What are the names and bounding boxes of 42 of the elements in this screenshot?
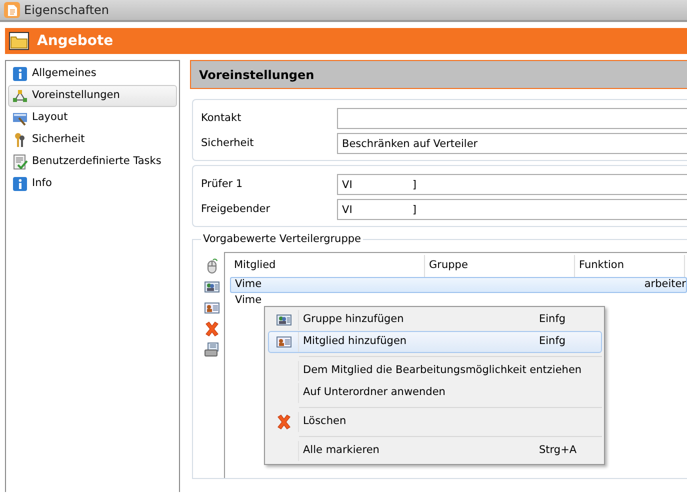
sidebar-item[interactable]: Benutzerdefinierte Tasks bbox=[8, 151, 177, 173]
document-icon bbox=[4, 2, 20, 18]
table-cell: arbeiter bbox=[644, 278, 686, 290]
menu-item[interactable]: Auf Unterordner anwenden bbox=[268, 382, 602, 404]
delete-icon bbox=[276, 414, 292, 430]
menu-item[interactable]: Dem Mitglied die Bearbeitungsmöglichkeit entziehen bbox=[268, 360, 602, 382]
table-cell: Vime bbox=[235, 278, 262, 290]
field-label: Freigebender bbox=[201, 202, 272, 217]
contact-card-icon bbox=[276, 334, 292, 350]
network-icon bbox=[12, 88, 28, 104]
table-cell: Vime bbox=[235, 294, 262, 306]
page-title: Angebote bbox=[37, 32, 114, 50]
input-field[interactable]: VI ] bbox=[337, 174, 687, 195]
input-field[interactable]: Beschränken auf Verteiler bbox=[337, 133, 687, 154]
sidebar-item[interactable]: Info bbox=[8, 173, 177, 195]
info-icon bbox=[12, 66, 28, 82]
menu-item[interactable]: Mitglied hinzufügen Einfg bbox=[268, 331, 602, 353]
sidebar-item[interactable]: Layout bbox=[8, 107, 177, 129]
table-row[interactable]: Vime arbeiter bbox=[230, 277, 687, 293]
contact-card-icon[interactable] bbox=[204, 300, 220, 316]
input-field[interactable]: VI ] bbox=[337, 199, 687, 220]
folder-icon bbox=[9, 32, 29, 50]
field-label: Sicherheit bbox=[201, 136, 255, 151]
table-row[interactable]: Vime bbox=[230, 293, 687, 309]
field-label: Prüfer 1 bbox=[201, 176, 244, 192]
group-card-icon bbox=[276, 312, 292, 328]
printer-icon[interactable] bbox=[204, 342, 220, 358]
menu-item[interactable]: Gruppe hinzufügen Einfg bbox=[268, 309, 602, 331]
input-field[interactable] bbox=[337, 108, 687, 129]
group-card-icon[interactable] bbox=[204, 279, 220, 295]
menu-item[interactable]: Löschen bbox=[268, 411, 602, 433]
panel-title: Voreinstellungen bbox=[190, 60, 687, 89]
menu-item[interactable]: Alle markieren Strg+A bbox=[268, 440, 602, 462]
sidebar-item[interactable]: Sicherheit bbox=[8, 129, 177, 151]
delete-icon[interactable] bbox=[204, 321, 220, 337]
field-label: Kontakt bbox=[201, 110, 242, 126]
checklist-icon bbox=[12, 154, 28, 170]
window-title: Eigenschaften bbox=[24, 2, 110, 19]
sidebar-item[interactable]: Allgemeines bbox=[8, 63, 177, 85]
layout-icon bbox=[12, 110, 28, 126]
info-icon bbox=[12, 176, 28, 192]
sidebar-item[interactable]: Voreinstellungen bbox=[8, 85, 177, 107]
